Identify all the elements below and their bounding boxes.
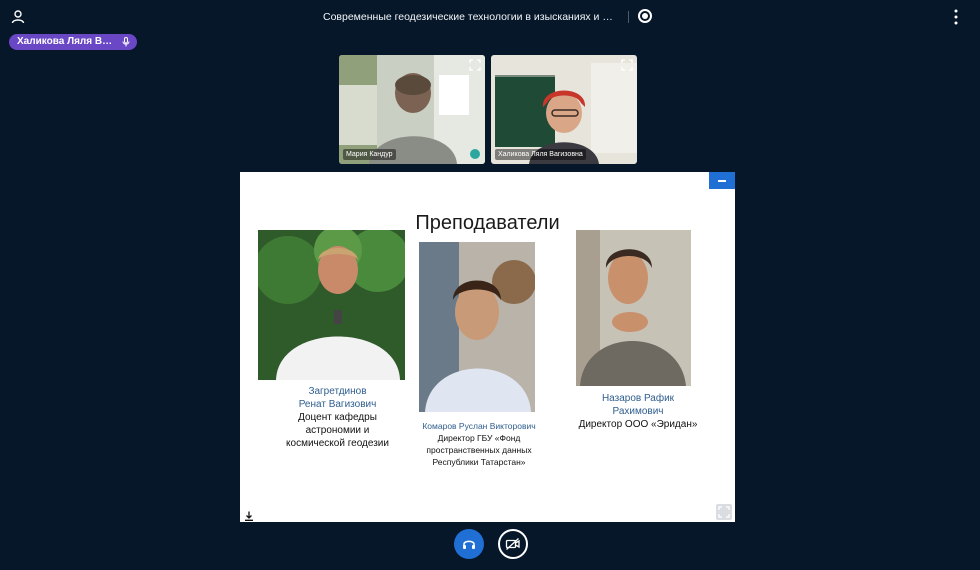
download-icon[interactable] [244,508,254,521]
options-button[interactable] [950,8,962,26]
record-icon[interactable] [638,9,652,23]
audio-button[interactable] [454,529,484,559]
more-vertical-icon [954,9,958,25]
headphones-icon [463,540,475,549]
teacher-name: Рахимович [612,406,664,417]
teacher-role: космической геодезии [286,438,389,449]
headphones-icon [470,149,480,159]
webcam-feed-2 [491,55,637,164]
teacher-photo-1 [258,230,405,380]
presentation-slide: Преподаватели Загретдинов Ренат Вагизови… [240,172,735,522]
talking-indicator[interactable]: Халикова Ляля Ваг... [9,34,137,50]
video-tile-participant-2[interactable]: Халикова Ляля Вагизовна [491,55,637,164]
video-participant-name: Мария Кандур [343,149,396,160]
title-divider [628,11,629,23]
teacher-role: Директор ГБУ «Фонд [437,433,521,443]
video-participant-name: Халикова Ляля Вагизовна [495,149,586,160]
user-icon [11,10,25,24]
teacher-role: Республики Татарстан» [432,457,526,467]
microphone-icon [122,37,130,47]
talker-name: Халикова Ляля Ваг... [17,36,117,47]
teacher-caption-2: Комаров Руслан Викторович Директор ГБУ «… [405,420,553,468]
video-tile-participant-1[interactable]: Мария Кандур [339,55,485,164]
user-list-toggle-button[interactable] [10,9,26,25]
minimize-icon[interactable] [709,172,735,189]
fullscreen-icon[interactable] [716,504,732,520]
teacher-name: Назаров Рафик [601,393,675,404]
top-bar: Современные геодезические технологии в и… [0,0,980,34]
video-button[interactable] [498,529,528,559]
teacher-photo-2 [419,242,535,412]
teacher-caption-3: Назаров Рафик Рахимович Директор ООО «Эр… [558,392,718,431]
teacher-caption-1: Загретдинов Ренат Вагизович Доцент кафед… [255,385,420,450]
teacher-name: Загретдинов [308,386,367,397]
video-off-icon [505,538,520,550]
teacher-name: Комаров Руслан Викторович [422,421,536,431]
teacher-role: астрономии и [305,425,370,436]
fullscreen-icon[interactable] [469,59,481,71]
meeting-title: Современные геодезические технологии в и… [323,11,615,23]
teacher-role: пространственных данных [426,445,532,455]
teacher-role: Директор ООО «Эридан» [578,419,698,430]
teacher-role: Доцент кафедры [298,412,377,423]
teacher-photo-3 [576,230,691,386]
teacher-name: Ренат Вагизович [298,399,377,410]
fullscreen-icon[interactable] [621,59,633,71]
webcam-feed-1 [339,55,485,164]
